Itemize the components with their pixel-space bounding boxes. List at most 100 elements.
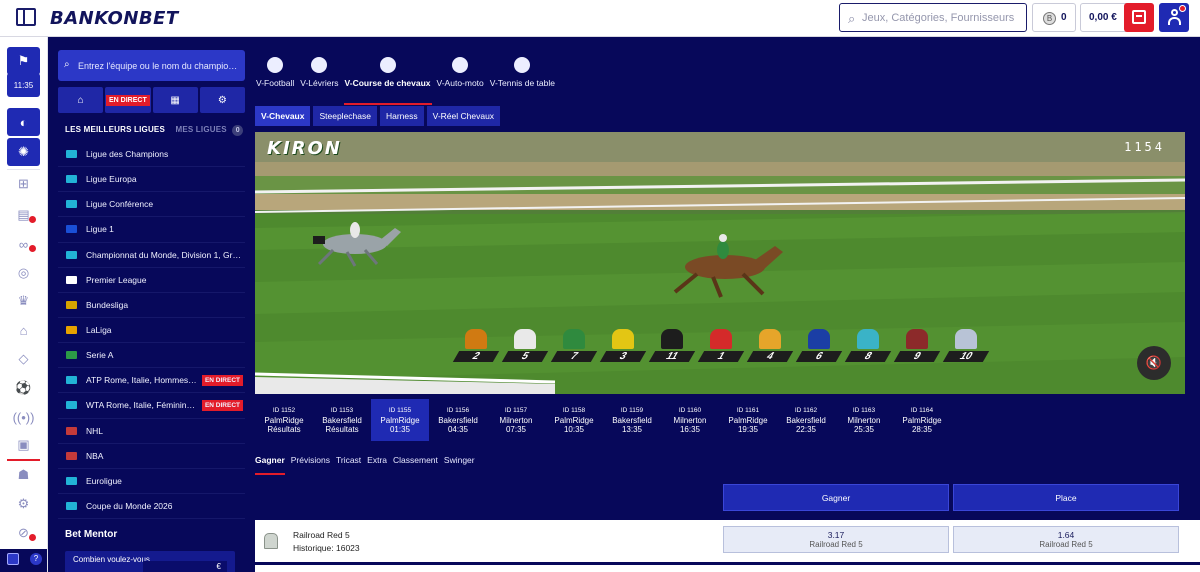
- live-tab[interactable]: EN DIRECT: [105, 87, 151, 113]
- race-slot[interactable]: ID 1156 Bakersfield 04:35: [429, 399, 487, 441]
- team-search[interactable]: ⌕: [58, 50, 245, 81]
- account-button[interactable]: [1159, 3, 1189, 32]
- help-icon[interactable]: ?: [30, 553, 42, 565]
- race-type-tab[interactable]: V-Réel Chevaux: [426, 106, 501, 126]
- casino-icon[interactable]: ▤: [7, 201, 40, 229]
- vsport-tab[interactable]: V-Football: [253, 57, 297, 99]
- jockey-silk-icon: [264, 533, 278, 549]
- runner-silk: 7: [549, 329, 598, 362]
- coins-balance[interactable]: B 0: [1032, 3, 1076, 32]
- vsport-tab[interactable]: V-Lévriers: [297, 57, 341, 99]
- bet-type-tab[interactable]: Extra: [367, 455, 387, 465]
- league-item[interactable]: Coupe du Monde 2026: [58, 494, 245, 520]
- brand-logo[interactable]: BANKONBET: [50, 8, 179, 29]
- live-casino-icon[interactable]: ∞: [7, 230, 40, 258]
- sports-icon[interactable]: ⚑: [7, 47, 40, 75]
- flag-icon: [66, 275, 77, 284]
- race-type-tab[interactable]: V-Chevaux: [255, 106, 311, 126]
- runner-number: 11: [648, 351, 695, 362]
- vsport-tab[interactable]: V-Course de chevaux: [342, 57, 434, 105]
- team-search-input[interactable]: [78, 58, 240, 74]
- home-tab[interactable]: ⌂: [58, 87, 104, 113]
- sidebar-toggle-icon[interactable]: [16, 8, 36, 26]
- blocked-icon[interactable]: ⊘: [7, 519, 40, 547]
- vsport-tab[interactable]: V-Auto-moto: [434, 57, 487, 99]
- league-item[interactable]: Ligue 1: [58, 217, 245, 243]
- bet-mentor-title: Bet Mentor: [65, 529, 118, 540]
- league-item[interactable]: LaLiga: [58, 318, 245, 344]
- bet-type-tab[interactable]: Swinger: [444, 455, 475, 465]
- bet-mentor-amount-input[interactable]: €: [143, 561, 227, 572]
- global-search-input[interactable]: [862, 9, 1022, 27]
- race-time: 25:35: [853, 425, 875, 434]
- jockey-silk-icon: [562, 329, 585, 349]
- race-type-tab[interactable]: Harness: [379, 106, 424, 126]
- global-search[interactable]: ⌕: [839, 3, 1027, 32]
- cake-icon[interactable]: ☗: [7, 461, 40, 489]
- gift-icon[interactable]: ⊞: [7, 170, 40, 198]
- race-slot[interactable]: ID 1153 Bakersfield Résultats: [313, 399, 371, 441]
- lock-icon[interactable]: ⌂: [7, 316, 40, 344]
- race-video: KIRON 1154 2 5 7 3 11 1 4 6 8 9 10 🔇: [255, 132, 1185, 394]
- league-item[interactable]: Ligue Conférence: [58, 192, 245, 218]
- deposit-button[interactable]: [1124, 3, 1154, 32]
- league-item[interactable]: Bundesliga: [58, 293, 245, 318]
- settings-tab[interactable]: ⚙: [199, 87, 245, 113]
- race-slot[interactable]: ID 1158 PalmRidge 10:35: [545, 399, 603, 441]
- runner-silk: 2: [451, 329, 500, 362]
- live-label: EN DIRECT: [106, 94, 150, 106]
- trophy-icon[interactable]: ♛: [7, 287, 40, 315]
- medal-icon[interactable]: ◎: [7, 259, 40, 287]
- race-slot[interactable]: ID 1159 Bakersfield 13:35: [603, 399, 661, 441]
- runner-silk: 3: [598, 329, 647, 362]
- settings-gear-icon[interactable]: ⚙: [7, 490, 40, 518]
- race-slot[interactable]: ID 1157 Milnerton 07:35: [487, 399, 545, 441]
- race-slot[interactable]: ID 1160 Milnerton 16:35: [661, 399, 719, 441]
- flag-icon: [66, 502, 77, 511]
- mute-icon[interactable]: 🔇: [1137, 346, 1171, 380]
- win-odds-button[interactable]: 3.17 Railroad Red 5: [723, 526, 949, 553]
- top-leagues-tab[interactable]: LES MEILLEURS LIGUES: [65, 125, 165, 134]
- provider-logo: KIRON: [267, 138, 342, 159]
- league-item[interactable]: NHL: [58, 419, 245, 444]
- league-item[interactable]: ATP Rome, Italie, Hommes… EN DIRECT: [58, 368, 245, 394]
- virtual-sports-icon[interactable]: ✺: [7, 138, 40, 166]
- race-slot[interactable]: ID 1162 Bakersfield 22:35: [777, 399, 835, 441]
- place-odds-button[interactable]: 1.64 Railroad Red 5: [953, 526, 1179, 553]
- race-type-tab[interactable]: Steeplechase: [313, 106, 377, 126]
- vsport-tab[interactable]: V-Tennis de table: [487, 57, 558, 99]
- window-icon[interactable]: [7, 553, 19, 565]
- esports-icon[interactable]: ◐: [7, 108, 40, 136]
- runner-silks: 2 5 7 3 11 1 4 6 8 9 10: [451, 329, 990, 362]
- user-icon: [1167, 9, 1181, 25]
- bet-type-tab[interactable]: Tricast: [336, 455, 361, 465]
- league-item[interactable]: WTA Rome, Italie, Féminin… EN DIRECT: [58, 393, 245, 419]
- race-id: ID 1152: [272, 407, 296, 414]
- league-item[interactable]: Serie A: [58, 343, 245, 369]
- calendar-tab[interactable]: ▦: [152, 87, 198, 113]
- flag-icon: [66, 451, 77, 460]
- league-item[interactable]: Ligue Europa: [58, 167, 245, 193]
- bet-type-tab[interactable]: Classement: [393, 455, 438, 465]
- race-number: 1154: [1124, 140, 1165, 154]
- league-item[interactable]: Premier League: [58, 268, 245, 293]
- race-slot[interactable]: ID 1155 PalmRidge 01:35: [371, 399, 429, 441]
- race-slot[interactable]: ID 1161 PalmRidge 19:35: [719, 399, 777, 441]
- virtual-tv-icon[interactable]: ▣: [7, 431, 40, 461]
- race-slot[interactable]: ID 1163 Milnerton 25:35: [835, 399, 893, 441]
- bet-type-tab[interactable]: Prévisions: [291, 455, 330, 465]
- my-leagues-tab[interactable]: MES LIGUES: [175, 125, 226, 134]
- diamond-icon[interactable]: ◇: [7, 345, 40, 373]
- league-item[interactable]: Euroligue: [58, 469, 245, 494]
- race-slot[interactable]: ID 1164 PalmRidge 28:35: [893, 399, 951, 441]
- place-odds-value: 1.64: [1057, 530, 1075, 540]
- broadcast-icon[interactable]: ((•)): [7, 403, 40, 431]
- my-leagues-count: 0: [232, 125, 244, 136]
- league-item[interactable]: Ligue des Champions: [58, 142, 245, 168]
- bet-type-tab[interactable]: Gagner: [255, 455, 285, 475]
- league-item[interactable]: NBA: [58, 444, 245, 469]
- football-icon[interactable]: ⚽: [7, 374, 40, 402]
- race-slot[interactable]: ID 1152 PalmRidge Résultats: [255, 399, 313, 441]
- league-item[interactable]: Championnat du Monde, Division 1, Gr…: [58, 243, 245, 268]
- runner-silk: 5: [500, 329, 549, 362]
